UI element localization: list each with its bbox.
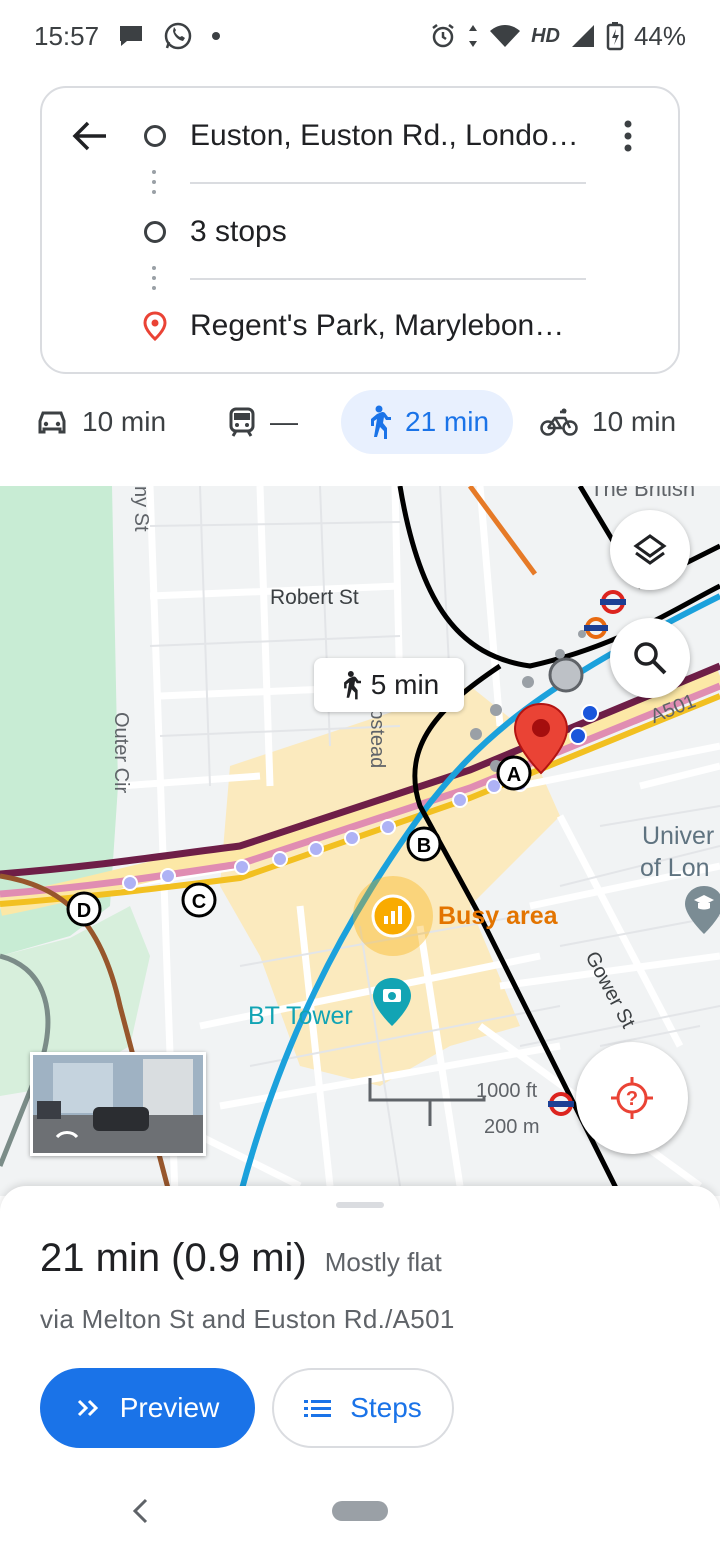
mode-bike[interactable]: 10 min [540, 390, 676, 454]
map-label-ny-st: ny St [130, 486, 152, 532]
bicycle-icon [540, 408, 578, 436]
data-arrows-icon [467, 23, 479, 49]
mode-walk-time: 21 min [405, 406, 490, 437]
system-home-pill[interactable] [332, 1501, 388, 1521]
underground-icon [584, 617, 608, 639]
stops-field[interactable]: 3 stops [142, 202, 622, 262]
status-time: 15:57 [34, 20, 100, 51]
underground-icon [548, 1092, 574, 1116]
mode-bike-time: 10 min [592, 406, 677, 437]
waypoint-d[interactable]: D [66, 891, 102, 927]
mode-drive[interactable]: 10 min [36, 390, 166, 454]
sheet-drag-handle[interactable] [336, 1202, 384, 1208]
map-scale-bar [368, 1078, 486, 1126]
bt-tower-label: BT Tower [248, 1002, 353, 1030]
notification-dot-icon [211, 31, 221, 41]
wifi-icon [489, 23, 521, 49]
svg-text:?: ? [626, 1088, 638, 1110]
svg-text:B: B [417, 835, 431, 857]
chat-bubble-icon [117, 23, 145, 49]
origin-circle-icon [144, 125, 166, 147]
route-dots [152, 266, 156, 296]
more-options-button[interactable] [608, 114, 648, 158]
svg-text:D: D [77, 900, 91, 922]
list-icon [304, 1400, 332, 1417]
route-via: via Melton St and Euston Rd./A501 [40, 1304, 455, 1334]
layers-icon [633, 534, 667, 565]
waypoint-a[interactable]: A [496, 755, 532, 791]
double-chevron-right-icon [77, 1399, 98, 1417]
scale-ft-label: 1000 ft [476, 1080, 538, 1102]
mode-walk[interactable]: 21 min [341, 390, 513, 454]
busy-area-label: Busy area [438, 902, 558, 930]
station-marker [548, 657, 584, 693]
alarm-icon [429, 22, 457, 50]
steps-label: Steps [350, 1392, 422, 1423]
map-label-university-2: of Lon [640, 854, 710, 882]
stop-circle-icon [144, 221, 166, 243]
map-label-outer-cir: Outer Cir [110, 712, 132, 794]
route-search-card: Euston, Euston Rd., Londo… 3 stops Regen… [40, 86, 680, 374]
route-summary: 21 min (0.9 mi) Mostly flat [40, 1236, 442, 1281]
cell-signal-icon [570, 23, 596, 49]
walking-icon [343, 671, 361, 700]
university-poi-icon[interactable] [685, 886, 720, 934]
search-icon [634, 642, 667, 675]
back-button[interactable] [68, 114, 112, 158]
mode-transit[interactable]: — [228, 390, 298, 454]
travel-modes: 10 min — 21 min 10 min [0, 390, 720, 454]
divider [190, 182, 586, 184]
underground-icon [600, 590, 626, 614]
whatsapp-icon [163, 21, 193, 51]
battery-charging-icon [606, 21, 624, 51]
my-location-button[interactable]: ? [576, 1042, 688, 1154]
svg-text:C: C [192, 891, 206, 913]
waypoint-c[interactable]: C [181, 882, 217, 918]
map-view[interactable]: A B C D Robert St Hampstead Outer Cir ny… [0, 486, 720, 1196]
street-view-thumbnail[interactable] [30, 1052, 206, 1156]
scale-m-label: 200 m [484, 1116, 540, 1138]
system-back-icon[interactable] [128, 1496, 152, 1526]
busy-area-icon[interactable] [353, 876, 433, 956]
battery-percent: 44% [633, 20, 686, 51]
svg-text:A: A [507, 764, 521, 786]
map-label-university-1: Univer [642, 822, 715, 850]
origin-field[interactable]: Euston, Euston Rd., Londo… [142, 106, 622, 166]
train-icon [229, 407, 255, 437]
steps-button[interactable]: Steps [272, 1368, 454, 1448]
destination-pin-icon [143, 311, 167, 341]
street-view-image [33, 1055, 203, 1153]
walking-icon [371, 405, 391, 439]
mode-transit-time: — [270, 406, 298, 437]
more-vert-icon [624, 120, 632, 152]
waypoint-b[interactable]: B [406, 826, 442, 862]
arrow-left-icon [72, 121, 106, 151]
walk-time-chip[interactable]: 5 min [314, 658, 464, 712]
hd-indicator: HD [531, 24, 560, 47]
transit-line-orange [467, 486, 538, 576]
walk-chip-time: 5 min [370, 669, 440, 700]
search-along-route-button[interactable] [610, 618, 690, 698]
destination-label: Regent's Park, Marylebon… [190, 309, 565, 342]
location-unknown-icon: ? [611, 1077, 653, 1119]
map-label-robert-st: Robert St [270, 586, 359, 609]
divider [190, 278, 586, 280]
destination-field[interactable]: Regent's Park, Marylebon… [142, 296, 622, 356]
layers-button[interactable] [610, 510, 690, 590]
stops-label: 3 stops [190, 215, 287, 248]
preview-button[interactable]: Preview [40, 1368, 255, 1448]
car-icon [38, 411, 66, 434]
preview-label: Preview [119, 1392, 220, 1423]
route-dots [152, 170, 156, 200]
route-time-distance: 21 min (0.9 mi) [40, 1236, 307, 1280]
map-label-british: The British [590, 486, 696, 501]
route-terrain: Mostly flat [324, 1247, 442, 1277]
status-bar: 15:57 HD 44% [0, 0, 720, 72]
origin-label: Euston, Euston Rd., Londo… [190, 119, 579, 152]
mode-drive-time: 10 min [82, 406, 167, 437]
